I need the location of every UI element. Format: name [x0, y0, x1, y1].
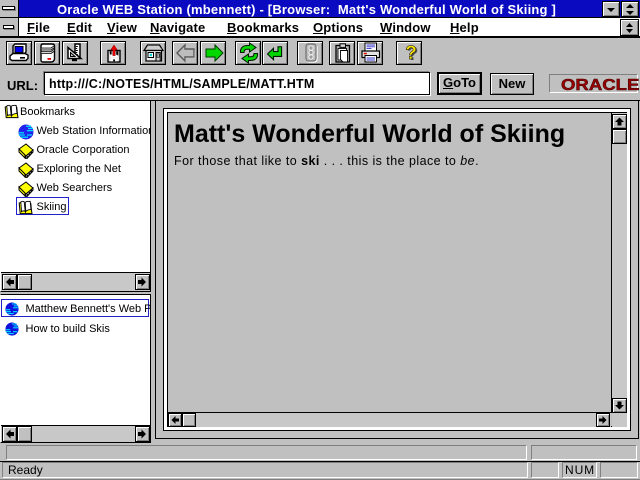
svg-text:?: ? [405, 43, 417, 64]
